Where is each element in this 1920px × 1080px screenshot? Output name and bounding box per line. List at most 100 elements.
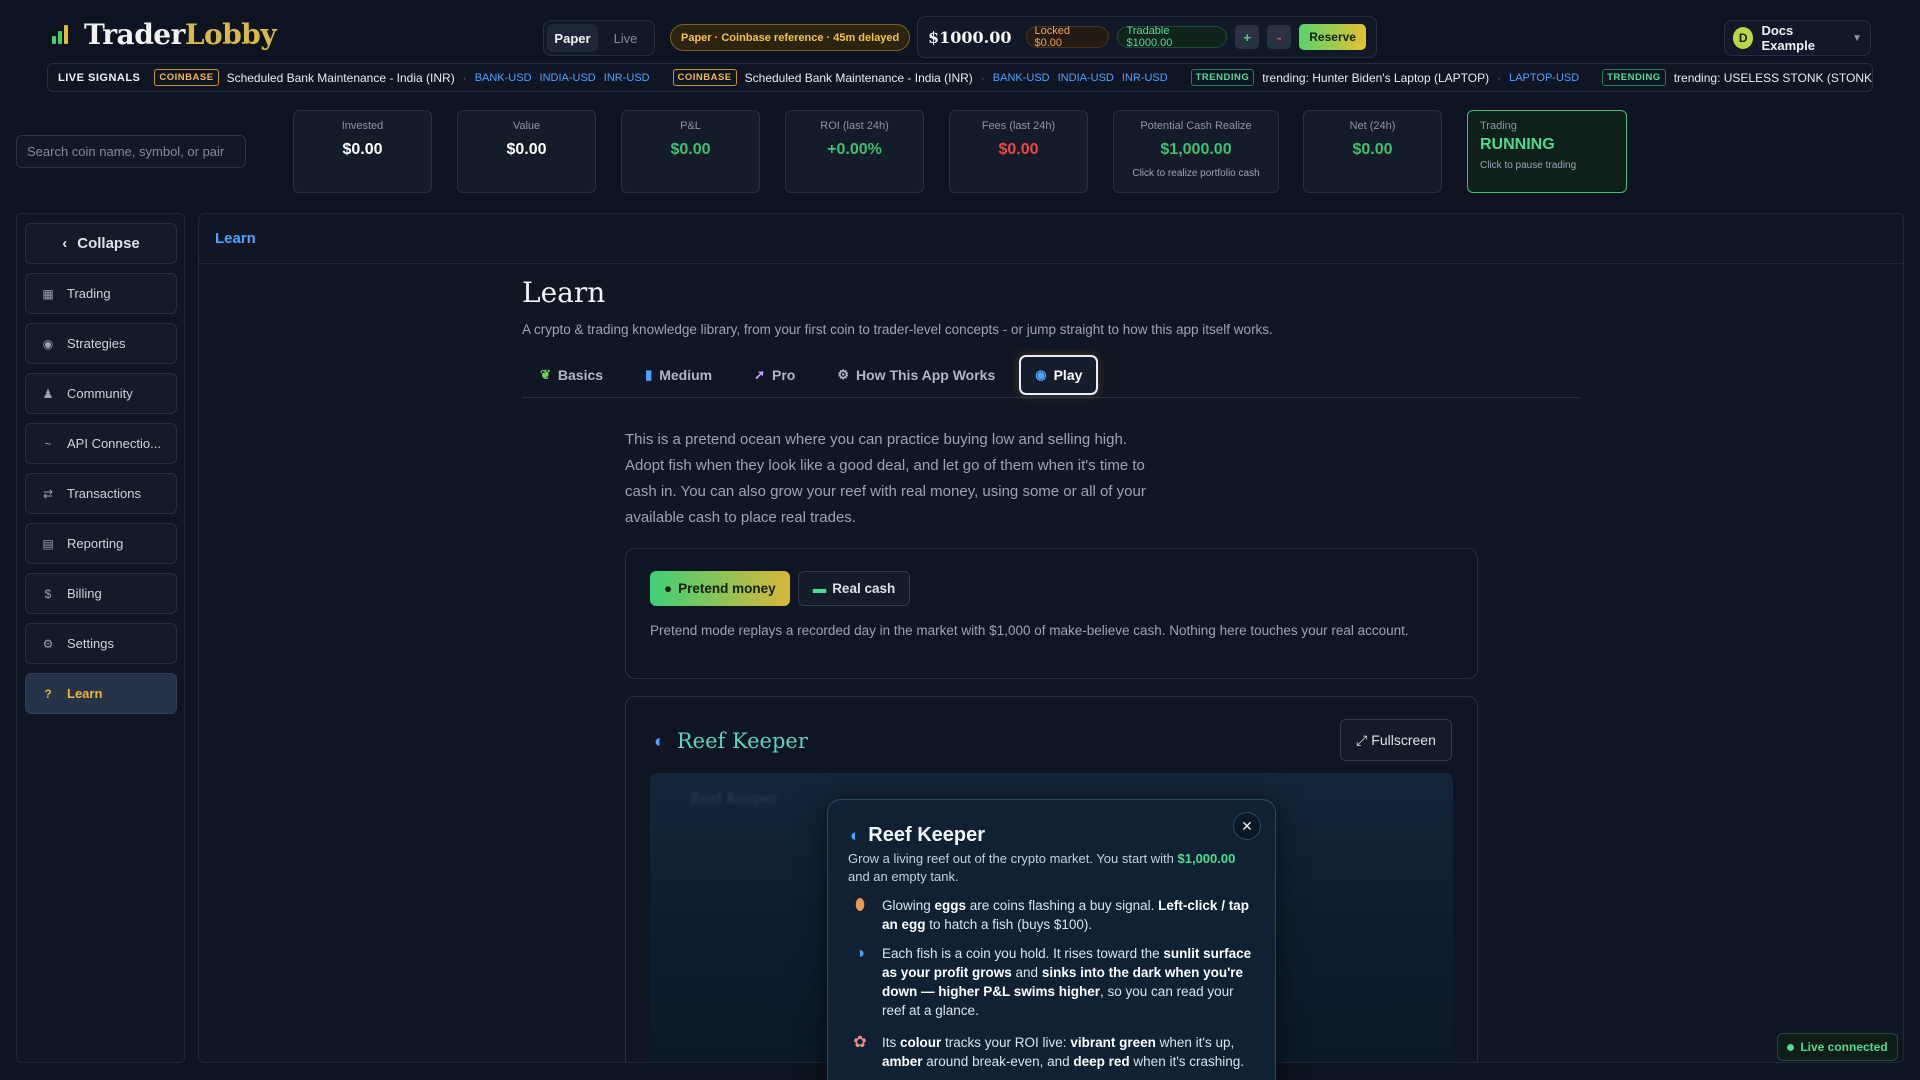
book-icon: ▮ (645, 367, 653, 382)
money-mode-note: Pretend mode replays a recorded day in t… (650, 623, 1409, 638)
paper-mode-badge: Paper · Coinbase reference · 45m delayed (670, 24, 911, 51)
ticker-headline[interactable]: trending: USELESS STONK (STONK (1674, 71, 1872, 85)
grid-icon: ▦ (42, 286, 54, 301)
ticker-headline[interactable]: Scheduled Bank Maintenance - India (INR) (745, 71, 973, 85)
stat-pnl: P&L $0.00 (621, 110, 760, 193)
gear-icon: ⚙ (837, 367, 850, 382)
modal-rule: ⬮ Glowing eggs are coins flashing a buy … (850, 896, 1255, 934)
logo-text-lobby: Lobby (184, 18, 277, 51)
logo-text-trader: Trader (84, 18, 185, 51)
gear-icon: ⚙ (42, 636, 54, 651)
stat-net: Net (24h) $0.00 (1303, 110, 1442, 193)
ticker-symbol[interactable]: BANK-USD (993, 72, 1050, 84)
canvas-game-title: Reef Keeper (690, 791, 778, 807)
target-icon: ◉ (42, 336, 54, 351)
balance-amount: $1000.00 (928, 27, 1012, 47)
sprout-icon: ❦ (540, 367, 551, 382)
app-logo[interactable]: TraderLobby (50, 18, 277, 51)
expand-icon: ⤢ (1356, 731, 1368, 748)
sidebar-item-api-connections[interactable]: ~ API Connectio... (25, 423, 177, 464)
sidebar-item-strategies[interactable]: ◉ Strategies (25, 323, 177, 364)
real-cash-button[interactable]: ▬ Real cash (797, 571, 911, 606)
question-icon: ? (44, 686, 52, 701)
egg-icon: ⬮ (854, 897, 866, 914)
fish-icon: ◑ (855, 945, 865, 962)
tab-how-this-app-works[interactable]: ⚙ How This App Works (819, 355, 1013, 395)
locked-badge: Locked $0.00 (1025, 25, 1110, 49)
mode-paper-button[interactable]: Paper (547, 24, 598, 52)
modal-title: Reef Keeper (868, 824, 985, 846)
sidebar-item-settings[interactable]: ⚙ Settings (25, 623, 177, 664)
ticker-symbol[interactable]: INDIA-USD (540, 72, 596, 84)
palette-icon: ✿ (853, 1034, 867, 1051)
sidebar-item-billing[interactable]: $ Billing (25, 573, 177, 614)
coin-icon: ● (664, 581, 673, 596)
status-dot-icon (1787, 1043, 1795, 1051)
sidebar-item-transactions[interactable]: ⇄ Transactions (25, 473, 177, 514)
breadcrumb[interactable]: Learn (199, 214, 1903, 264)
coin-search-input[interactable] (16, 135, 246, 168)
ticker-headline[interactable]: Scheduled Bank Maintenance - India (INR) (227, 71, 455, 85)
stat-cash-realize[interactable]: Potential Cash Realize $1,000.00 Click t… (1113, 110, 1279, 193)
sidebar-item-learn[interactable]: ? Learn (25, 673, 177, 714)
modal-subtitle: Grow a living reef out of the crypto mar… (848, 851, 1236, 884)
page-description: A crypto & trading knowledge library, fr… (522, 322, 1273, 337)
sidebar-item-trading[interactable]: ▦ Trading (25, 273, 177, 314)
mode-live-button[interactable]: Live (600, 24, 651, 52)
stat-fees: Fees (last 24h) $0.00 (949, 110, 1088, 193)
balance-box: $1000.00 Locked $0.00 Tradable $1000.00 … (917, 16, 1377, 58)
ticker-tag: COINBASE (672, 69, 737, 86)
stat-roi: ROI (last 24h) +0.00% (785, 110, 924, 193)
fish-icon: ◐ (850, 825, 861, 845)
ticker-symbol[interactable]: LAPTOP-USD (1509, 72, 1579, 84)
sidebar-collapse-button[interactable]: ‹ Collapse (25, 223, 177, 264)
rocket-icon: ➚ (754, 367, 766, 382)
ticker-tag: TRENDING (1190, 69, 1255, 86)
money-mode-card: ● Pretend money ▬ Real cash Pretend mode… (625, 548, 1478, 679)
ticker-symbol[interactable]: BANK-USD (475, 72, 532, 84)
sidebar-item-reporting[interactable]: ▤ Reporting (25, 523, 177, 564)
page-title: Learn (522, 276, 606, 309)
swap-icon: ⇄ (42, 486, 54, 501)
live-signals-ticker: LIVE SIGNALS COINBASE Scheduled Bank Mai… (47, 63, 1873, 92)
ticker-tag: COINBASE (154, 69, 219, 86)
tab-play[interactable]: ◉ Play (1019, 355, 1099, 395)
stat-value: Value $0.00 (457, 110, 596, 193)
ticker-tag: TRENDING (1602, 69, 1666, 86)
close-icon[interactable]: ✕ (1233, 812, 1261, 840)
tab-basics[interactable]: ❦ Basics (522, 355, 621, 395)
fullscreen-button[interactable]: ⤢ Fullscreen (1340, 719, 1452, 761)
modal-rule: ◑ Each fish is a coin you hold. It rises… (850, 944, 1255, 1020)
fish-icon: ◉ (1035, 367, 1047, 382)
add-funds-button[interactable]: + (1235, 25, 1260, 49)
avatar: D (1733, 27, 1754, 49)
ticker-symbol[interactable]: INR-USD (604, 72, 650, 84)
modal-rule: ✿ Its colour tracks your ROI live: vibra… (850, 1033, 1255, 1052)
modal-rule-cont: amber around break-even, and deep red wh… (882, 1054, 1245, 1069)
ticker-symbol[interactable]: INDIA-USD (1058, 72, 1114, 84)
reserve-button[interactable]: Reserve (1299, 24, 1366, 50)
pretend-money-button[interactable]: ● Pretend money (650, 571, 790, 606)
sidebar-item-community[interactable]: ♟ Community (25, 373, 177, 414)
report-icon: ▤ (42, 536, 54, 551)
cash-icon: ▬ (812, 581, 827, 596)
user-menu[interactable]: D Docs Example ▼ (1724, 20, 1871, 56)
tab-medium[interactable]: ▮ Medium (627, 355, 730, 395)
chart-bars-icon (50, 22, 72, 48)
top-bar: TraderLobby Paper Live Paper · Coinbase … (0, 0, 1920, 62)
bell-icon: ♟ (42, 386, 54, 401)
trading-status-toggle[interactable]: Trading RUNNING Click to pause trading (1467, 110, 1627, 193)
stat-invested: Invested $0.00 (293, 110, 432, 193)
reef-keeper-intro-modal: ✕ ◐ Reef Keeper Grow a living reef out o… (827, 799, 1276, 1080)
tradable-badge: Tradable $1000.00 (1117, 25, 1228, 49)
tab-pro[interactable]: ➚ Pro (736, 355, 813, 395)
remove-funds-button[interactable]: - (1267, 25, 1292, 49)
ticker-label: LIVE SIGNALS (58, 71, 141, 84)
ticker-symbol[interactable]: INR-USD (1122, 72, 1168, 84)
mode-toggle: Paper Live (543, 20, 655, 56)
dollar-icon: $ (44, 586, 52, 601)
ticker-headline[interactable]: trending: Hunter Biden's Laptop (LAPTOP) (1262, 71, 1489, 85)
learn-tabs: ❦ Basics ▮ Medium ➚ Pro ⚙ How This App W… (522, 353, 1580, 398)
sidebar: ‹ Collapse ▦ Trading ◉ Strategies ♟ Comm… (16, 213, 185, 1063)
plug-icon: ~ (44, 436, 52, 451)
